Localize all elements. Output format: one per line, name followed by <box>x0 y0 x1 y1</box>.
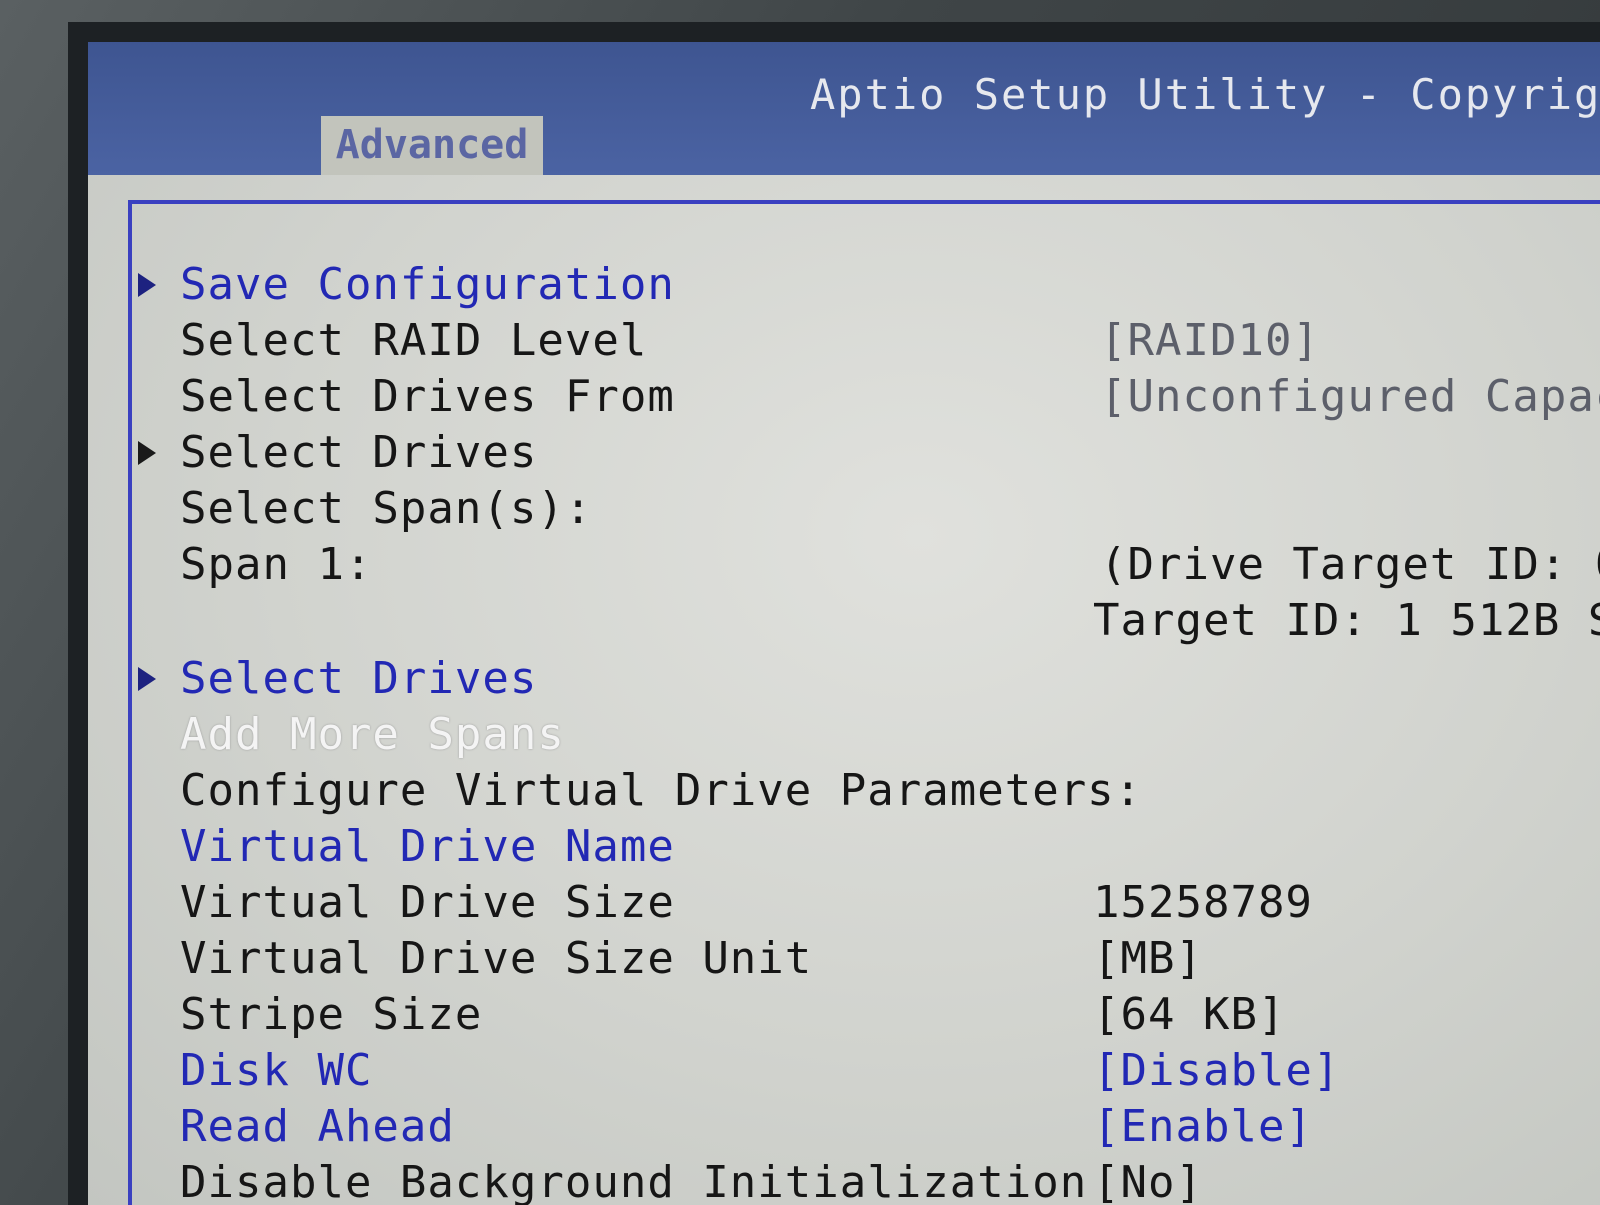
tab-advanced[interactable]: Advanced <box>321 116 543 175</box>
bios-screen: Aptio Setup Utility - Copyright (C) Adva… <box>88 42 1600 1205</box>
bios-title: Aptio Setup Utility - Copyright (C) <box>810 70 1600 119</box>
bios-header: Aptio Setup Utility - Copyright (C) Adva… <box>88 42 1600 175</box>
settings-frame-border <box>128 200 1600 1205</box>
